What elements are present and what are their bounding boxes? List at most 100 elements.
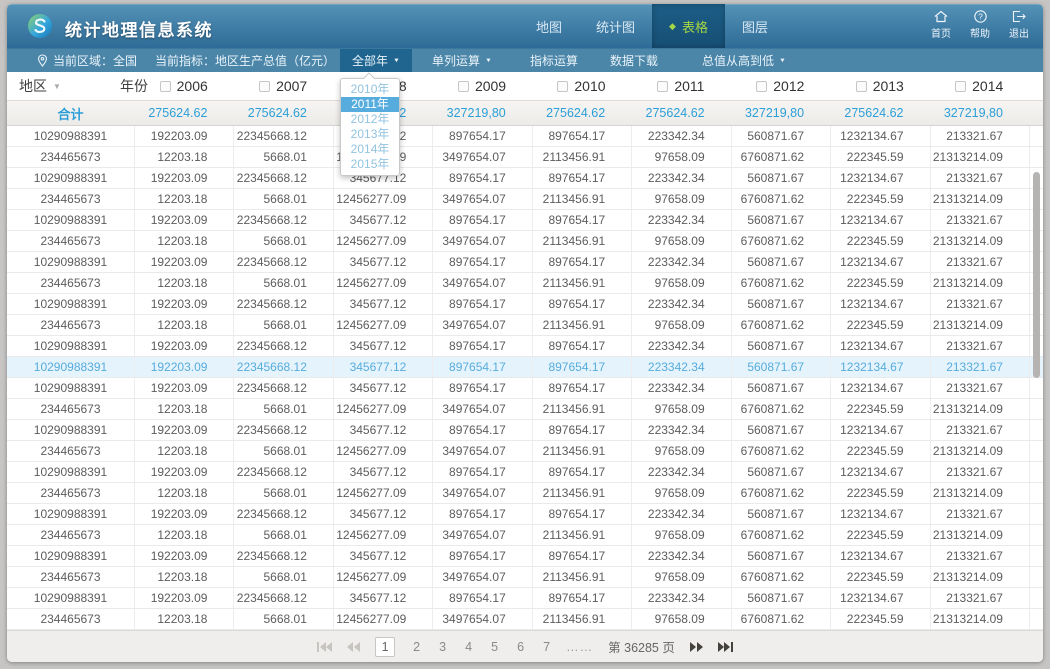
home-label: 首页 xyxy=(931,25,951,40)
totals-label: 合计 xyxy=(7,104,134,123)
table-row[interactable]: 23446567312203.185668.0112456277.0934976… xyxy=(7,567,1043,588)
value-cell: 12203.18 xyxy=(134,315,233,335)
value-cell: 222345.59 xyxy=(830,609,929,629)
year-checkbox[interactable] xyxy=(557,81,568,92)
region-sort-control[interactable]: 地区 ▼ xyxy=(19,76,61,96)
value-cell: 223342.34 xyxy=(631,126,730,146)
vertical-scrollbar-thumb[interactable] xyxy=(1033,172,1040,378)
value-cell: 6760871.62 xyxy=(731,567,830,587)
value-cell: 6760871.62 xyxy=(731,231,830,251)
year-option-2010[interactable]: 2010年 xyxy=(341,82,399,97)
value-cell: 560871.67 xyxy=(731,378,830,398)
home-button[interactable]: 首页 xyxy=(925,10,957,40)
year-option-2013[interactable]: 2013年 xyxy=(341,127,399,142)
sort-order-button[interactable]: 总值从高到低 ▼ xyxy=(690,49,798,72)
indicator-calc-label: 指标运算 xyxy=(530,52,578,69)
table-row[interactable]: 10290988391192203.0922345668.12345677.12… xyxy=(7,126,1043,147)
table-row[interactable]: 23446567312203.185668.0112456277.0934976… xyxy=(7,609,1043,630)
table-row[interactable]: 10290988391192203.0922345668.12345677.12… xyxy=(7,210,1043,231)
year-option-2015[interactable]: 2015年 xyxy=(341,157,399,172)
table-row[interactable]: 23446567312203.185668.0112456277.0934976… xyxy=(7,525,1043,546)
table-row[interactable]: 23446567312203.185668.0112456277.0934976… xyxy=(7,231,1043,252)
year-option-2011[interactable]: 2011年 xyxy=(341,97,399,112)
table-row[interactable]: 10290988391192203.0922345668.12345677.12… xyxy=(7,168,1043,189)
prev-page-button[interactable] xyxy=(347,642,360,652)
table-row[interactable]: 23446567312203.185668.0112456277.0934976… xyxy=(7,273,1043,294)
value-cell: 897654.17 xyxy=(432,294,531,314)
value-cell: 3497654.07 xyxy=(432,567,531,587)
year-dropdown-options: 2010年2011年2012年2013年2014年2015年 xyxy=(341,82,399,172)
page-3[interactable]: 3 xyxy=(438,640,447,654)
table-row[interactable]: 10290988391192203.0922345668.12345677.12… xyxy=(7,504,1043,525)
exit-label: 退出 xyxy=(1009,25,1029,40)
table-row[interactable]: 10290988391192203.0922345668.12345677.12… xyxy=(7,378,1043,399)
year-option-2014[interactable]: 2014年 xyxy=(341,142,399,157)
tab-table[interactable]: ◆表格 xyxy=(652,4,725,48)
region-cell: 10290988391 xyxy=(7,210,134,230)
value-cell: 560871.67 xyxy=(731,420,830,440)
first-page-button[interactable] xyxy=(317,642,332,652)
table-row[interactable]: 23446567312203.185668.0112456277.0934976… xyxy=(7,315,1043,336)
value-cell: 6760871.62 xyxy=(731,315,830,335)
tab-charts[interactable]: 统计图 xyxy=(579,4,652,48)
indicator-calc-button[interactable]: 指标运算 xyxy=(530,49,578,72)
year-checkbox[interactable] xyxy=(458,81,469,92)
table-row[interactable]: 10290988391192203.0922345668.12345677.12… xyxy=(7,252,1043,273)
value-cell: 12203.18 xyxy=(134,525,233,545)
value-cell: 345677.12 xyxy=(333,504,432,524)
value-cell: 21313214.09 xyxy=(930,609,1029,629)
year-checkbox[interactable] xyxy=(756,81,767,92)
year-checkbox[interactable] xyxy=(657,81,668,92)
value-cell: 1232134.67 xyxy=(830,378,929,398)
page-4[interactable]: 4 xyxy=(464,640,473,654)
value-cell: 97658.09 xyxy=(631,525,730,545)
year-header-2006: 2006 xyxy=(134,78,233,94)
value-cell: 3497654.07 xyxy=(432,525,531,545)
year-option-2012[interactable]: 2012年 xyxy=(341,112,399,127)
table-row[interactable]: 10290988391192203.0922345668.12345677.12… xyxy=(7,462,1043,483)
single-column-calc-button[interactable]: 单列运算 ▼ xyxy=(420,49,504,72)
value-cell: 897654.17 xyxy=(432,462,531,482)
page-1[interactable]: 1 xyxy=(375,637,395,657)
table-row[interactable]: 23446567312203.185668.0112456277.0934976… xyxy=(7,189,1043,210)
value-cell: 1232134.67 xyxy=(830,504,929,524)
year-checkbox[interactable] xyxy=(856,81,867,92)
exit-button[interactable]: 退出 xyxy=(1003,10,1035,40)
value-cell: 560871.67 xyxy=(731,462,830,482)
region-cell: 10290988391 xyxy=(7,336,134,356)
total-value: 275624.62 xyxy=(532,106,631,120)
year-checkbox[interactable] xyxy=(955,81,966,92)
table-row[interactable]: 10290988391192203.0922345668.12345677.12… xyxy=(7,336,1043,357)
value-cell: 6760871.62 xyxy=(731,273,830,293)
year-filter-button[interactable]: 全部年 ▼ 2010年2011年2012年2013年2014年2015年 xyxy=(340,49,412,72)
region-cell: 10290988391 xyxy=(7,462,134,482)
value-cell: 21313214.09 xyxy=(930,441,1029,461)
table-row[interactable]: 23446567312203.185668.0112456277.0934976… xyxy=(7,441,1043,462)
value-cell: 560871.67 xyxy=(731,168,830,188)
next-page-button[interactable] xyxy=(690,642,703,652)
data-download-button[interactable]: 数据下载 xyxy=(610,49,658,72)
value-cell: 222345.59 xyxy=(830,399,929,419)
last-page-button[interactable] xyxy=(718,642,733,652)
table-row[interactable]: 10290988391192203.0922345668.12345677.12… xyxy=(7,294,1043,315)
page-2[interactable]: 2 xyxy=(412,640,421,654)
year-header-2014: 2014 xyxy=(930,78,1029,94)
table-row[interactable]: 23446567312203.185668.0112456277.0934976… xyxy=(7,399,1043,420)
help-button[interactable]: ? 帮助 xyxy=(964,10,996,40)
value-cell: 21313214.09 xyxy=(930,231,1029,251)
tab-map[interactable]: 地图 xyxy=(519,4,579,48)
value-cell: 222345.59 xyxy=(830,315,929,335)
table-row[interactable]: 10290988391192203.0922345668.12345677.12… xyxy=(7,420,1043,441)
table-rows: 10290988391192203.0922345668.12345677.12… xyxy=(7,126,1043,630)
year-checkbox[interactable] xyxy=(160,81,171,92)
tab-layers[interactable]: 图层 xyxy=(725,4,785,48)
page-7[interactable]: 7 xyxy=(542,640,551,654)
year-checkbox[interactable] xyxy=(259,81,270,92)
table-row[interactable]: 23446567312203.185668.0112456277.0934976… xyxy=(7,147,1043,168)
table-row-selected[interactable]: 10290988391192203.0922345668.12345677.12… xyxy=(7,357,1043,378)
page-6[interactable]: 6 xyxy=(516,640,525,654)
table-row[interactable]: 10290988391192203.0922345668.12345677.12… xyxy=(7,546,1043,567)
table-row[interactable]: 23446567312203.185668.0112456277.0934976… xyxy=(7,483,1043,504)
page-5[interactable]: 5 xyxy=(490,640,499,654)
table-row[interactable]: 10290988391192203.0922345668.12345677.12… xyxy=(7,588,1043,609)
